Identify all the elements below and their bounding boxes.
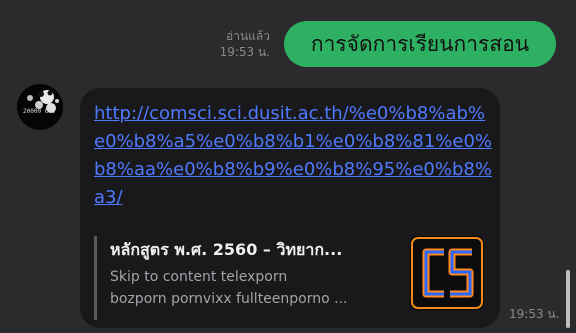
outgoing-time: 19:53 น. (219, 45, 270, 59)
cs-logo-icon[interactable] (410, 236, 484, 310)
avatar[interactable]: 20000 CTV (17, 84, 63, 130)
scrollbar[interactable] (566, 270, 570, 328)
incoming-time: 19:53 น. (509, 307, 560, 321)
avatar-caption: 20000 CTV (23, 108, 56, 115)
outgoing-message-text: การจัดการเรียนการสอน (310, 32, 530, 56)
incoming-message-bubble: http://comsci.sci.dusit.ac.th/%e0%b8%ab%… (80, 88, 500, 328)
avatar-image (27, 90, 59, 113)
outgoing-message-bubble[interactable]: การจัดการเรียนการสอน (284, 21, 556, 67)
link-preview-title[interactable]: หลักสูตร พ.ศ. 2560 – วิทยาก... (110, 238, 392, 262)
message-read-status: อ่านแล้ว 19:53 น. (200, 28, 270, 60)
link-preview-thumbnail (411, 237, 483, 309)
link-preview-desc-line: Skip to content telexporn (110, 269, 288, 285)
message-link[interactable]: http://comsci.sci.dusit.ac.th/%e0%b8%ab%… (94, 100, 494, 212)
link-preview-description[interactable]: Skip to content telexporn bozporn pornvi… (110, 266, 392, 310)
link-preview-desc-line: bozporn pornvixx fullteenporno ... (110, 291, 348, 307)
link-preview-divider (94, 236, 97, 320)
read-label: อ่านแล้ว (226, 29, 270, 43)
